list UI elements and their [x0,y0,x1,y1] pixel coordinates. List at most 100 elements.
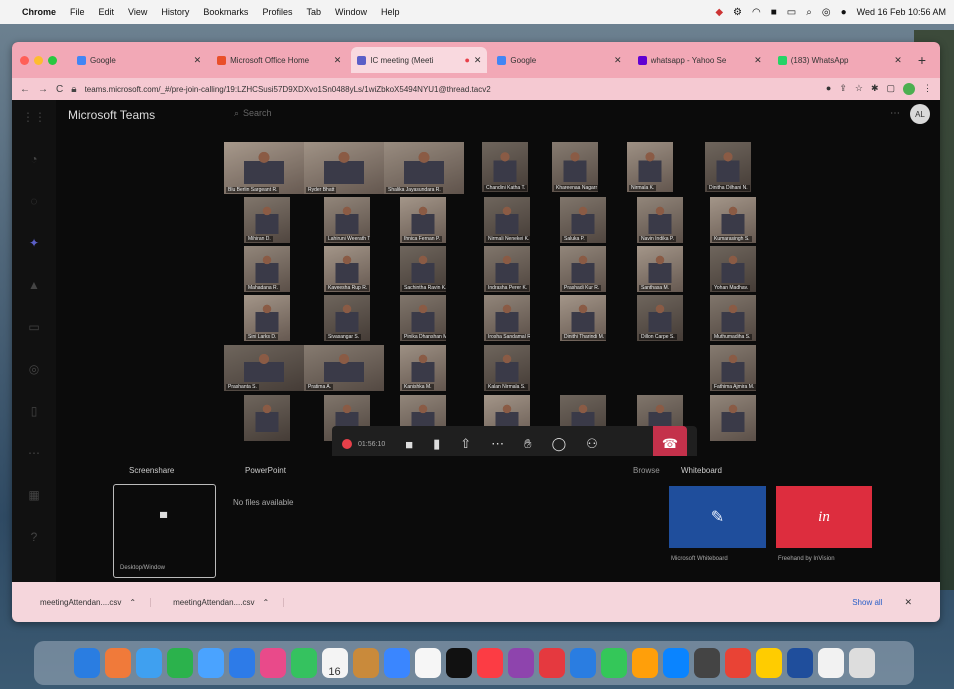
side-panel-icon[interactable]: ▢ [886,83,895,95]
participant-video-tile[interactable]: Ihnica Fernan P. [400,197,446,243]
desktop-window-share-tile[interactable]: ▀ Desktop/Window [113,484,216,578]
chrome-icon[interactable] [724,648,751,678]
mail-icon[interactable] [197,648,224,678]
participant-video-tile[interactable]: Mahadana R. [244,246,290,292]
participant-video-tile[interactable]: Sini Larks D. [244,295,290,341]
launchpad-icon[interactable] [104,648,131,678]
menu-edit[interactable]: Edit [99,7,115,17]
participant-video-tile[interactable]: Mihiran D. [244,197,290,243]
settings-status-icon[interactable]: ⚙ [733,7,742,18]
participant-video-tile[interactable]: Nirmala K. [627,142,673,192]
trash-icon[interactable] [848,648,875,678]
camera-button[interactable]: ■ [405,437,413,452]
chat-icon[interactable]: ◌ [30,194,37,208]
reload-icon[interactable]: C [56,84,63,95]
participant-video-tile[interactable] [710,395,756,441]
menu-help[interactable]: Help [381,7,400,17]
pages-icon[interactable] [631,648,658,678]
apple-tv-icon[interactable] [445,648,472,678]
freehand-invision-tile[interactable]: in [776,486,872,548]
lock-icon[interactable]: 🔒︎ [71,84,76,95]
help-icon[interactable]: ? [31,530,38,544]
forward-icon[interactable]: → [38,84,48,95]
tab-google-1[interactable]: Google ✕ [71,47,207,73]
participant-video-tile[interactable]: Shalika Jayasundara R. [384,142,464,194]
more-apps-icon[interactable]: ⋯ [28,446,40,460]
participant-video-tile[interactable]: Kumarasingh S. [710,197,756,243]
maps-icon[interactable] [228,648,255,678]
participant-video-tile[interactable] [244,395,290,441]
teams-dock-icon[interactable] [786,648,813,678]
participant-video-tile[interactable]: Chandini Katha T. [482,142,528,192]
more-options-icon[interactable]: ⋯ [890,108,900,119]
participant-video-tile[interactable]: Muthumadiha S. [710,295,756,341]
documents-folder-icon[interactable] [817,648,844,678]
vlc-icon[interactable] [755,648,782,678]
participant-video-tile[interactable]: Irosha Sandamal R. [484,295,530,341]
close-tab-icon[interactable]: ✕ [194,55,202,66]
participant-video-tile[interactable]: Sivasangar S. [324,295,370,341]
participant-video-tile[interactable]: Kaveesha Rup R. [324,246,370,292]
participants-button[interactable]: ⚇ [586,436,598,452]
facetime-icon[interactable] [290,648,317,678]
menu-view[interactable]: View [128,7,147,17]
chrome-menu-icon[interactable]: ⋮ [923,83,932,95]
recording-status-icon[interactable]: ◆ [715,7,723,18]
participant-video-tile[interactable]: Prashadi Kur R. [560,246,606,292]
bookmark-star-icon[interactable]: ☆ [855,83,863,95]
close-tab-icon[interactable]: ✕ [754,55,762,66]
calls-icon[interactable]: ◎ [29,362,39,376]
podcasts-icon[interactable] [507,648,534,678]
news-icon[interactable] [538,648,565,678]
tab-office-home[interactable]: Microsoft Office Home ✕ [211,47,347,73]
profile-avatar[interactable] [903,83,915,95]
menu-history[interactable]: History [161,7,189,17]
participant-video-tile[interactable]: Dillon Carpe S. [637,295,683,341]
participant-video-tile[interactable]: Dinithi Tharindi M. [560,295,606,341]
participant-video-tile[interactable]: Saluka P. [560,197,606,243]
close-tab-icon[interactable]: ✕ [894,55,902,66]
photos-icon[interactable] [259,648,286,678]
share-tray-button[interactable]: ⇧ [460,436,471,452]
menu-file[interactable]: File [70,7,85,17]
participant-video-tile[interactable]: Indrasha Perer K. [484,246,530,292]
extensions-icon[interactable]: ✱ [871,83,879,95]
tab-ic-meeting[interactable]: IC meeting (Meeti ● ✕ [351,47,488,73]
download-item[interactable]: meetingAttendan....csv ⌃ [40,597,152,607]
url-field[interactable]: teams.microsoft.com/_#/pre-join-calling/… [85,85,818,94]
numbers-icon[interactable] [600,648,627,678]
menu-profiles[interactable]: Profiles [262,7,292,17]
calendar-icon[interactable]: 16 [321,648,348,678]
microsoft-whiteboard-tile[interactable]: ✎ [669,486,766,548]
tab-whatsapp[interactable]: (183) WhatsApp ✕ [772,47,908,73]
participant-video-tile[interactable]: Yohan Madhav. [710,246,756,292]
participant-video-tile[interactable]: Santhasa M. [637,246,683,292]
chat-button[interactable]: ◯ [552,436,567,452]
notes-icon[interactable] [414,648,441,678]
close-tab-icon[interactable]: ✕ [474,55,482,66]
share-icon[interactable]: ⇪ [839,83,847,95]
participant-video-tile[interactable]: Blu Berlin Sargeant R. [224,142,304,194]
close-downloads-icon[interactable]: ✕ [904,597,912,608]
spotlight-search-icon[interactable]: ⌕ [806,7,812,18]
mic-button[interactable]: ▮ [433,436,440,452]
search-box[interactable]: ⌕ Search [234,108,272,119]
chevron-up-icon[interactable]: ⌃ [262,598,269,607]
close-window-button[interactable] [20,55,29,65]
calendar-icon[interactable]: ▭ [28,320,39,334]
show-all-downloads-link[interactable]: Show all [852,598,882,607]
participant-video-tile[interactable]: Pratima A. [304,345,384,391]
tab-yahoo-search[interactable]: whatsapp - Yahoo Se ✕ [632,47,768,73]
chevron-up-icon[interactable]: ⌃ [129,598,136,607]
finder-icon[interactable] [73,648,100,678]
app-menu[interactable]: Chrome [22,7,56,17]
minimize-window-button[interactable] [34,55,43,65]
files-icon[interactable]: ▯ [31,404,38,418]
tab-google-2[interactable]: Google ✕ [491,47,627,73]
activity-icon[interactable]: ◔ [30,152,37,166]
browse-button[interactable]: Browse [633,466,660,475]
music-icon[interactable] [476,648,503,678]
store-icon[interactable]: ▦ [28,488,39,502]
participant-video-tile[interactable]: Sachintha Ravin K. [400,246,446,292]
control-center-icon[interactable]: ◎ [822,7,831,18]
